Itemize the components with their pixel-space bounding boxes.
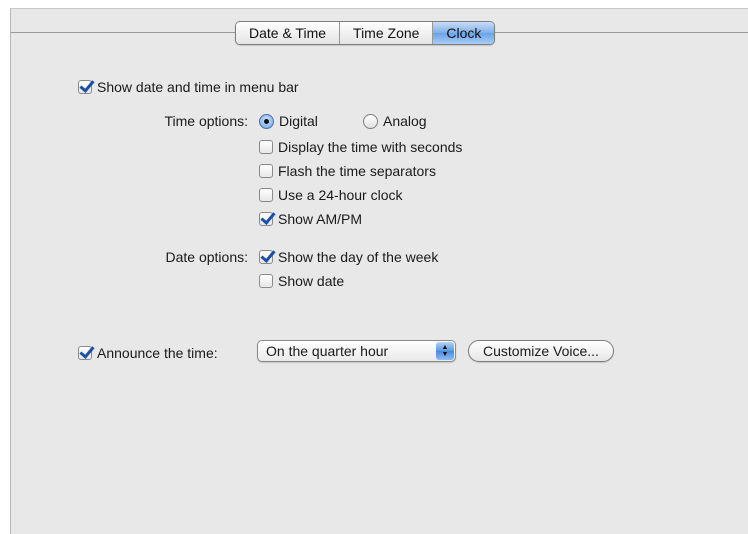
use-24-hour-row[interactable]: Use a 24-hour clock — [259, 187, 403, 203]
display-seconds-label: Display the time with seconds — [278, 139, 463, 155]
tab-clock[interactable]: Clock — [433, 22, 495, 44]
show-ampm-checkbox[interactable] — [259, 212, 273, 226]
display-seconds-row[interactable]: Display the time with seconds — [259, 139, 462, 155]
display-seconds-checkbox[interactable] — [259, 140, 273, 154]
tab-bar: Date & Time Time Zone Clock — [235, 21, 496, 45]
clock-preferences-pane: Date & Time Time Zone Clock Show date an… — [10, 8, 748, 534]
analog-radio-row[interactable]: Analog — [363, 113, 427, 129]
show-day-row[interactable]: Show the day of the week — [259, 249, 438, 265]
show-date-row[interactable]: Show date — [259, 273, 344, 289]
show-date-label: Show date — [278, 273, 345, 289]
flash-separators-label: Flash the time separators — [278, 163, 436, 179]
show-day-label: Show the day of the week — [278, 249, 439, 265]
use-24-hour-label: Use a 24-hour clock — [278, 187, 403, 203]
show-menu-bar-label: Show date and time in menu bar — [97, 79, 299, 95]
popup-arrows-icon: ▲ ▼ — [436, 342, 454, 360]
flash-separators-checkbox[interactable] — [259, 164, 273, 178]
flash-separators-row[interactable]: Flash the time separators — [259, 163, 436, 179]
use-24-hour-checkbox[interactable] — [259, 188, 273, 202]
announce-interval-popup[interactable]: On the quarter hour ▲ ▼ — [257, 340, 456, 362]
tab-time-zone[interactable]: Time Zone — [340, 22, 434, 44]
announce-row[interactable]: Announce the time: — [78, 345, 218, 361]
show-date-checkbox[interactable] — [259, 274, 273, 288]
show-day-checkbox[interactable] — [259, 250, 273, 264]
tab-date-time[interactable]: Date & Time — [236, 22, 341, 44]
show-menu-bar-row[interactable]: Show date and time in menu bar — [78, 79, 299, 95]
show-ampm-row[interactable]: Show AM/PM — [259, 211, 362, 227]
show-menu-bar-checkbox[interactable] — [78, 80, 92, 94]
digital-radio-row[interactable]: Digital — [259, 113, 318, 129]
announce-interval-value: On the quarter hour — [266, 343, 389, 359]
digital-radio[interactable] — [259, 113, 274, 129]
customize-voice-button[interactable]: Customize Voice... — [468, 340, 614, 362]
time-options-label: Time options: — [164, 113, 248, 129]
show-ampm-label: Show AM/PM — [278, 211, 363, 227]
analog-label: Analog — [383, 113, 427, 129]
announce-checkbox[interactable] — [78, 346, 92, 360]
announce-label: Announce the time: — [97, 345, 218, 361]
date-options-label: Date options: — [165, 249, 249, 265]
digital-label: Digital — [279, 113, 318, 129]
analog-radio[interactable] — [363, 113, 378, 129]
